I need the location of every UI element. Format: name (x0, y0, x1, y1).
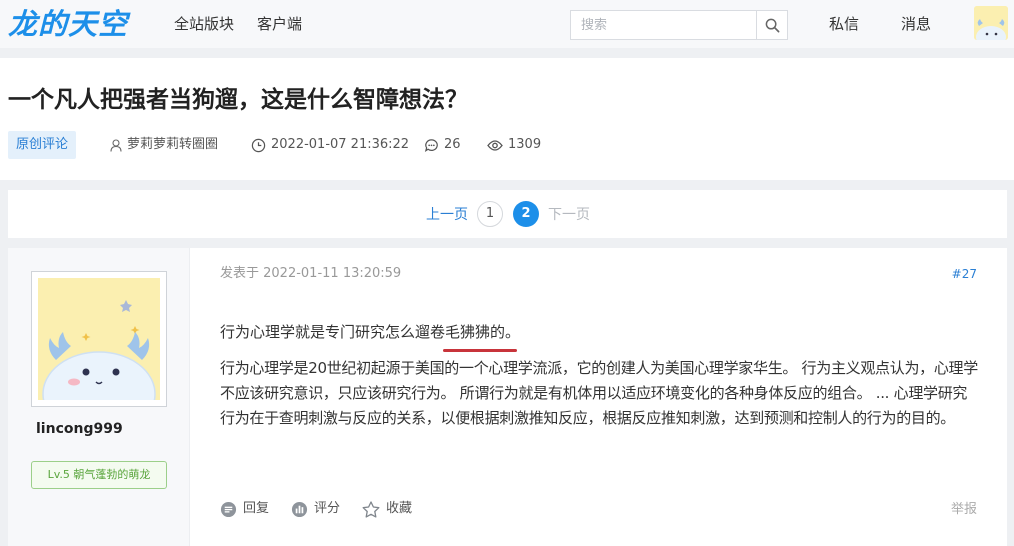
reply-post: lincong999 Lv.5 朝气蓬勃的萌龙 发表于 2022-01-11 1… (8, 248, 1007, 546)
favorite-button-label: 收藏 (386, 501, 413, 516)
user-icon (110, 138, 122, 152)
comment-count: 26 (444, 137, 461, 152)
post-datetime: 2022-01-07 21:36:22 (251, 137, 409, 153)
page-2-button[interactable]: 2 (513, 201, 539, 227)
post-author[interactable]: 萝莉萝莉转圈圈 (110, 137, 218, 153)
top-navbar: 龙的天空 全站版块 客户端 私信 消息 (0, 0, 1014, 48)
red-underline-annotation (443, 349, 517, 352)
nav-client[interactable]: 客户端 (257, 14, 302, 34)
reply-button-label: 回复 (243, 501, 270, 516)
post-comments: 26 (424, 137, 461, 153)
user-level-badge: Lv.5 朝气蓬勃的萌龙 (31, 461, 167, 489)
site-logo[interactable]: 龙的天空 (8, 6, 128, 42)
search-button[interactable] (756, 11, 787, 39)
notifications-link[interactable]: 消息 (901, 14, 931, 34)
star-icon (362, 500, 380, 518)
clock-icon (251, 138, 266, 152)
nav-all-boards[interactable]: 全站版块 (174, 14, 234, 34)
category-tag[interactable]: 原创评论 (8, 131, 77, 159)
report-link[interactable]: 举报 (951, 501, 977, 519)
user-avatar[interactable] (974, 6, 1008, 40)
favorite-button[interactable]: 收藏 (362, 500, 412, 518)
reply-line-1: 行为心理学就是专门研究怎么遛卷毛狒狒的。 (220, 323, 521, 341)
eye-icon (487, 139, 503, 151)
pagination: 上一页 1 2 下一页 (8, 190, 1007, 238)
post-author-name: 萝莉萝莉转圈圈 (127, 137, 219, 152)
author-username[interactable]: lincong999 (36, 420, 123, 438)
post-title: 一个凡人把强者当狗遛，这是什么智障想法？ (8, 87, 468, 113)
prev-page-link[interactable]: 上一页 (426, 206, 468, 224)
messages-link[interactable]: 私信 (829, 14, 859, 34)
author-avatar[interactable] (31, 271, 167, 407)
rate-icon (291, 501, 308, 517)
post-datetime-text: 2022-01-07 21:36:22 (271, 137, 410, 152)
reply-content: 发表于 2022-01-11 13:20:59 #27 行为心理学就是专门研究怎… (190, 248, 1007, 546)
dragon-avatar-icon (38, 278, 160, 400)
rate-button[interactable]: 评分 (291, 500, 340, 518)
author-panel: lincong999 Lv.5 朝气蓬勃的萌龙 (8, 248, 190, 546)
post-views: 1309 (487, 137, 541, 153)
page-1-button[interactable]: 1 (477, 201, 503, 227)
floor-number-link[interactable]: #27 (952, 266, 977, 282)
comment-icon (424, 138, 438, 152)
search-box (570, 10, 788, 40)
post-header: 一个凡人把强者当狗遛，这是什么智障想法？ 原创评论 萝莉萝莉转圈圈 2022-0… (0, 58, 1014, 180)
view-count: 1309 (508, 137, 542, 152)
rate-button-label: 评分 (314, 501, 341, 516)
dragon-avatar-icon (974, 6, 1008, 40)
reply-paragraph: 行为心理学是20世纪初起源于美国的一个心理学流派，它的创建人为美国心理学家华生。… (220, 359, 978, 427)
reply-icon (220, 501, 237, 517)
next-page-link: 下一页 (548, 207, 590, 223)
reply-button[interactable]: 回复 (220, 500, 269, 518)
reply-timestamp: 发表于 2022-01-11 13:20:59 (220, 266, 402, 281)
search-icon (765, 18, 779, 32)
reply-actions: 回复 评分 收藏 (220, 500, 412, 518)
search-input[interactable] (571, 11, 757, 39)
